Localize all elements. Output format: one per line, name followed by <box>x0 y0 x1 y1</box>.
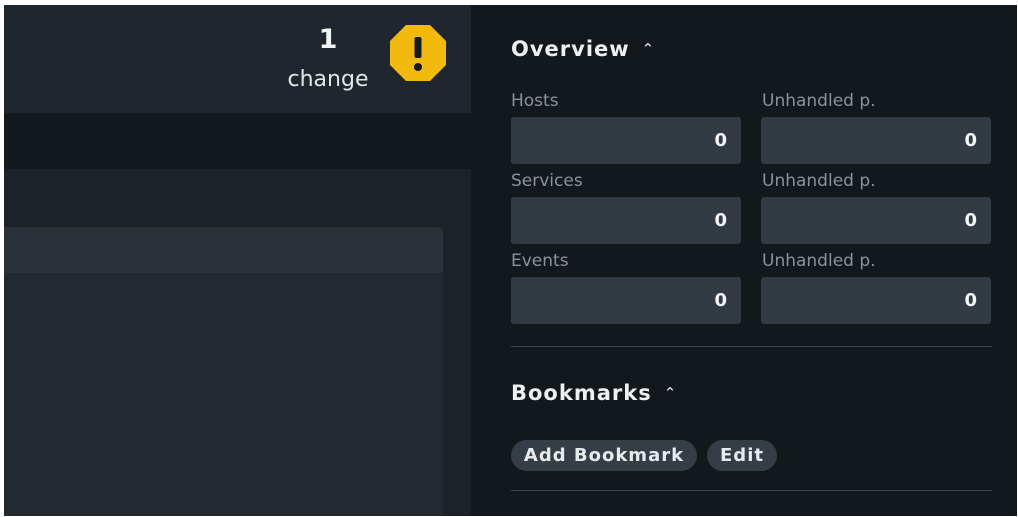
events-count[interactable]: 0 <box>511 277 741 324</box>
bookmarks-header[interactable]: Bookmarks ⌃ <box>511 381 677 405</box>
hosts-label: Hosts <box>511 91 559 111</box>
hosts-unhandled-count[interactable]: 0 <box>761 117 991 164</box>
events-unhandled-label: Unhandled p. <box>762 251 876 271</box>
chevron-up-icon[interactable]: ⌃ <box>664 381 678 405</box>
services-unhandled-label: Unhandled p. <box>762 171 876 191</box>
content-panel-header <box>4 227 443 273</box>
services-label: Services <box>511 171 583 191</box>
main-toolbar <box>4 113 471 169</box>
main-pane: 1 change <box>4 5 471 516</box>
events-label: Events <box>511 251 569 271</box>
change-count[interactable]: 1 <box>308 25 348 55</box>
overview-header[interactable]: Overview ⌃ <box>511 37 655 61</box>
overview-title: Overview <box>511 37 630 61</box>
edit-bookmarks-button[interactable]: Edit <box>707 440 777 471</box>
services-count[interactable]: 0 <box>511 197 741 244</box>
services-unhandled-count[interactable]: 0 <box>761 197 991 244</box>
section-divider <box>511 346 992 347</box>
warning-octagon-icon[interactable] <box>389 24 447 82</box>
chevron-up-icon[interactable]: ⌃ <box>642 37 656 61</box>
sidebar: Overview ⌃ Hosts Unhandled p. 0 0 Servic… <box>471 5 1017 516</box>
section-divider <box>511 490 992 491</box>
add-bookmark-button[interactable]: Add Bookmark <box>511 440 697 471</box>
app-window: 1 change Overview ⌃ Hosts Unhandled p. 0… <box>4 5 1017 516</box>
events-unhandled-count[interactable]: 0 <box>761 277 991 324</box>
content-panel <box>4 227 443 516</box>
hosts-unhandled-label: Unhandled p. <box>762 91 876 111</box>
change-label[interactable]: change <box>276 67 380 93</box>
hosts-count[interactable]: 0 <box>511 117 741 164</box>
bookmarks-title: Bookmarks <box>511 381 652 405</box>
